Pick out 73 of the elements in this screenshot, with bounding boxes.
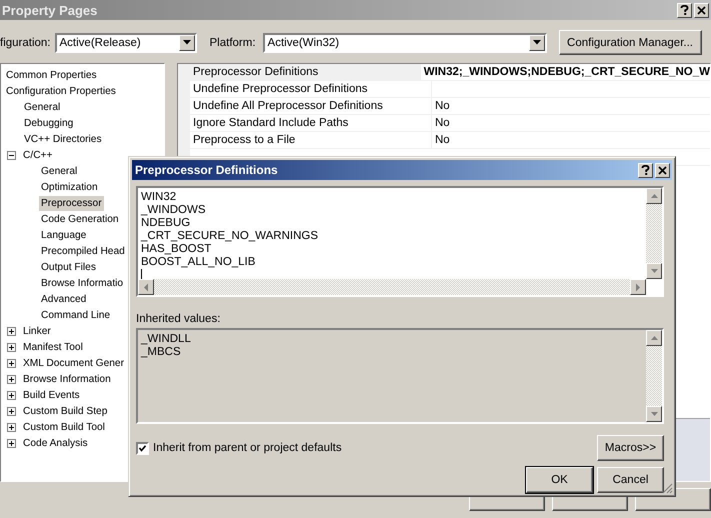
tree-item[interactable]: Advanced [39,292,88,306]
checkmark-icon [139,444,146,452]
tree-item[interactable]: Debugging [22,116,76,130]
property-value[interactable]: No [432,115,710,131]
tree-item[interactable]: Custom Build Tool [21,420,107,434]
platform-label: Platform: [210,36,256,48]
scroll-right-icon[interactable] [635,282,641,292]
tree-item[interactable]: Configuration Properties [4,84,118,98]
tree-item[interactable]: Precompiled Head [39,244,127,258]
dropdown-arrow-icon[interactable] [182,40,191,45]
property-value[interactable]: No [432,132,710,148]
configuration-label: figuration: [0,36,51,48]
scroll-up-icon[interactable] [650,193,658,199]
tree-item[interactable]: Code Analysis [21,436,90,450]
inherited-values-label: Inherited values: [136,313,222,325]
tree-item[interactable]: Browse Informatio [39,276,126,290]
tree-item[interactable]: XML Document Gener [21,356,126,370]
expand-icon[interactable] [7,422,16,432]
tree-item[interactable]: Browse Information [21,372,113,386]
scroll-down-icon[interactable] [650,268,658,274]
macros-button[interactable]: Macros>> [597,435,664,461]
checkbox-label[interactable]: Inherit from parent or project defaults [153,442,342,454]
close-button[interactable] [694,2,709,18]
expand-icon[interactable] [7,342,16,352]
help-button[interactable] [638,162,653,178]
collapse-icon[interactable] [7,150,16,160]
tree-item[interactable]: Preprocessor [39,196,104,210]
checkbox[interactable] [136,442,149,454]
configuration-manager-button[interactable]: Configuration Manager... [558,30,702,55]
close-button[interactable] [655,162,670,178]
resize-grip-icon[interactable] [662,483,673,494]
window-title: Property Pages [1,2,98,18]
tree-item[interactable]: Custom Build Step [21,404,110,418]
vertical-scrollbar[interactable] [646,188,662,279]
tree-item[interactable]: Linker [21,324,53,338]
tree-item[interactable]: Optimization [39,180,100,194]
tree-item[interactable]: Code Generation [39,212,121,226]
property-name[interactable]: Ignore Standard Include Paths [190,115,432,131]
expand-icon[interactable] [7,390,16,400]
expand-icon[interactable] [7,406,16,416]
tree-item[interactable]: Common Properties [4,68,99,82]
inherited-values-field: _WINDLL _MBCS [136,328,664,424]
tree-item[interactable]: Language [39,228,88,242]
dialog-title: Preprocessor Definitions [134,163,278,177]
tree-item[interactable]: Manifest Tool [21,340,85,354]
cancel-button[interactable]: Cancel [597,467,664,493]
tree-item[interactable]: General [22,100,62,114]
vertical-scrollbar[interactable] [646,330,662,422]
tree-item[interactable]: C/C++ [21,148,54,162]
configuration-dropdown[interactable]: Active(Release) [54,32,197,52]
tree-item[interactable]: General [39,164,80,178]
property-name[interactable]: Preprocess to a File [190,132,432,148]
scroll-left-icon[interactable] [143,282,149,292]
horizontal-scrollbar[interactable] [138,279,646,295]
property-value[interactable]: No [432,98,710,114]
property-name[interactable]: Preprocessor Definitions [190,64,421,80]
property-name[interactable]: Undefine Preprocessor Definitions [190,81,432,97]
expand-icon[interactable] [7,358,16,368]
help-button[interactable] [677,2,692,18]
expand-icon[interactable] [7,374,16,384]
tree-item[interactable]: Command Line [39,308,112,322]
property-value[interactable]: WIN32;_WINDOWS;NDEBUG;_CRT_SECURE_NO_W [420,64,710,80]
tree-item[interactable]: VC++ Directories [22,132,104,146]
tree-item[interactable]: Build Events [21,388,82,402]
platform-dropdown[interactable]: Active(Win32) [262,32,547,52]
expand-icon[interactable] [7,438,16,448]
dropdown-arrow-icon[interactable] [532,40,541,45]
definitions-field[interactable]: WIN32 _WINDOWS NDEBUG _CRT_SECURE_NO_WARNINGS HAS_BOOST BOOST_ALL_NO_LIB [136,186,664,297]
scroll-up-icon[interactable] [650,335,658,341]
expand-icon[interactable] [7,326,16,336]
tree-item[interactable]: Output Files [39,260,98,274]
ok-button[interactable]: OK [526,467,593,493]
property-name[interactable]: Undefine All Preprocessor Definitions [190,98,432,114]
